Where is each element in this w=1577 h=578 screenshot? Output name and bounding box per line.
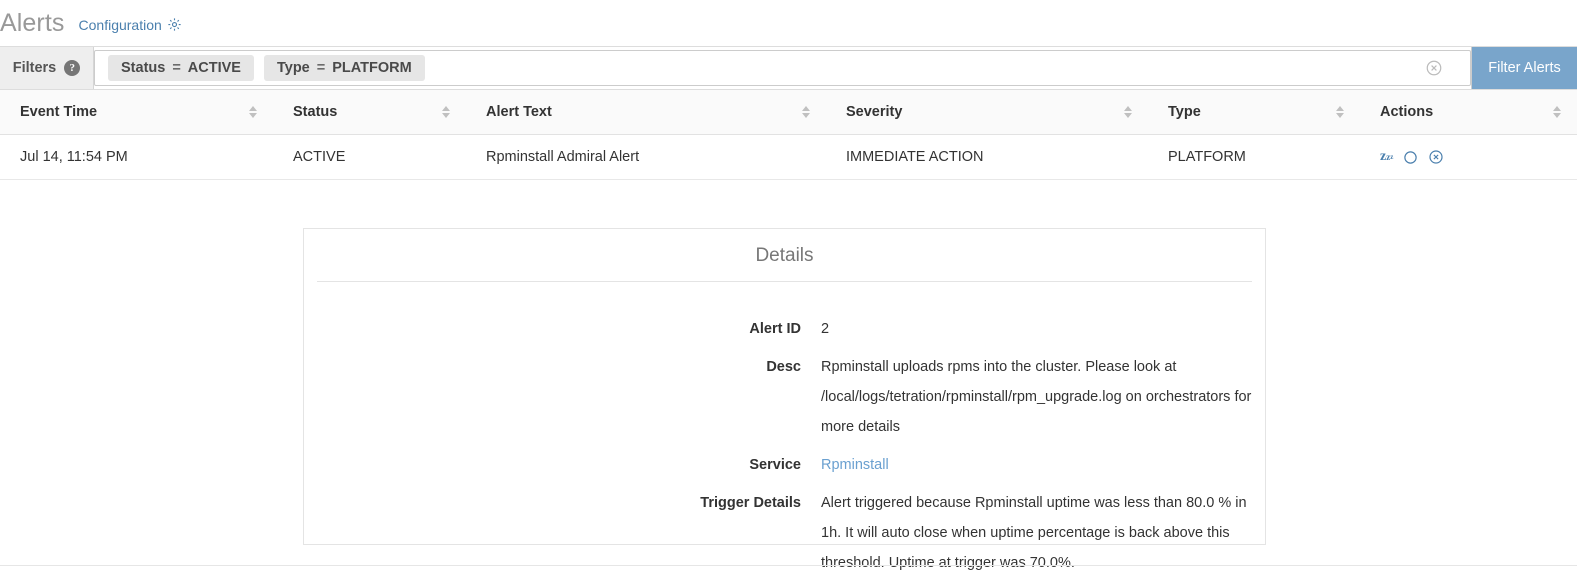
sort-updown-icon[interactable]	[802, 106, 810, 118]
filter-chip[interactable]: Status = ACTIVE	[108, 55, 254, 81]
cell-alert-text: Rpminstall Admiral Alert	[486, 149, 640, 165]
filter-chip-operator: =	[316, 60, 326, 76]
details-field-label: Service	[749, 457, 801, 473]
alerts-table: Event Time Status Alert Text Severity Ty…	[0, 90, 1577, 180]
clear-filters-icon[interactable]	[1425, 59, 1443, 77]
details-field: Alert ID 2	[304, 314, 1265, 344]
filter-chip-list: Status = ACTIVE Type = PLATFORM	[108, 55, 425, 81]
sort-updown-icon[interactable]	[1124, 106, 1132, 118]
alerts-page: Alerts Configuration Filters ? Status =	[0, 0, 1577, 571]
circle-icon[interactable]	[1403, 150, 1418, 165]
column-header-label: Type	[1168, 104, 1201, 120]
filter-chip-field: Type	[276, 60, 310, 76]
configuration-link-label: Configuration	[78, 16, 162, 33]
filter-chip-operator: =	[172, 60, 181, 76]
sort-updown-icon[interactable]	[1553, 106, 1561, 118]
filter-bar: Filters ? Status = ACTIVE Type = PLATFOR…	[0, 46, 1577, 90]
filter-chip-value: ACTIVE	[187, 60, 241, 76]
column-header-alert-text[interactable]: Alert Text	[466, 104, 826, 120]
cell-type: PLATFORM	[1168, 149, 1246, 165]
filters-label: Filters ?	[0, 47, 94, 89]
cell-actions: zzz	[1360, 149, 1577, 165]
close-circle-icon[interactable]	[1428, 149, 1444, 165]
help-icon[interactable]: ?	[64, 60, 81, 76]
gear-icon	[167, 17, 182, 32]
details-field-value: 2	[821, 321, 830, 337]
column-header-label: Alert Text	[486, 104, 552, 120]
filter-alerts-button[interactable]: Filter Alerts	[1472, 47, 1577, 89]
details-field-list: Alert ID 2 Desc Rpminstall uploads rpms …	[304, 282, 1265, 578]
details-field: Service Rpminstall	[304, 450, 1265, 480]
details-field-value: Rpminstall uploads rpms into the cluster…	[821, 359, 1252, 435]
filter-chip-field: Status	[121, 60, 166, 76]
page-title: Alerts	[0, 8, 65, 37]
filter-chip-value: PLATFORM	[332, 60, 412, 76]
details-field-label: Alert ID	[749, 321, 801, 337]
snooze-icon[interactable]: zzz	[1380, 150, 1393, 164]
details-panel: Details Alert ID 2 Desc Rpminstall uploa…	[303, 228, 1266, 571]
column-header-label: Actions	[1380, 104, 1434, 120]
cell-event-time: Jul 14, 11:54 PM	[20, 149, 128, 165]
column-header-type[interactable]: Type	[1148, 104, 1360, 120]
column-header-label: Event Time	[20, 104, 98, 120]
page-header: Alerts Configuration	[0, 0, 1577, 45]
table-row[interactable]: Jul 14, 11:54 PM ACTIVE Rpminstall Admir…	[0, 135, 1577, 180]
cell-status: ACTIVE	[293, 149, 346, 165]
details-service-link[interactable]: Rpminstall	[801, 450, 889, 480]
column-header-label: Status	[293, 104, 338, 120]
sort-updown-icon[interactable]	[442, 106, 450, 118]
filter-input[interactable]: Status = ACTIVE Type = PLATFORM	[94, 47, 1472, 89]
column-header-status[interactable]: Status	[273, 104, 466, 120]
configuration-link[interactable]: Configuration	[79, 17, 182, 33]
page-bottom-divider	[0, 565, 1577, 566]
sort-updown-icon[interactable]	[1336, 106, 1344, 118]
details-field-label: Desc	[766, 359, 801, 375]
filter-chip[interactable]: Type = PLATFORM	[263, 55, 425, 81]
sort-updown-icon[interactable]	[249, 106, 257, 118]
column-header-actions[interactable]: Actions	[1360, 104, 1577, 120]
column-header-severity[interactable]: Severity	[826, 104, 1148, 120]
cell-severity: IMMEDIATE ACTION	[846, 149, 984, 165]
table-header-row: Event Time Status Alert Text Severity Ty…	[0, 90, 1577, 135]
column-header-label: Severity	[846, 104, 903, 120]
filters-label-text: Filters	[12, 60, 57, 76]
column-header-event-time[interactable]: Event Time	[0, 104, 273, 120]
details-title: Details	[755, 245, 814, 266]
details-field: Desc Rpminstall uploads rpms into the cl…	[304, 352, 1265, 442]
